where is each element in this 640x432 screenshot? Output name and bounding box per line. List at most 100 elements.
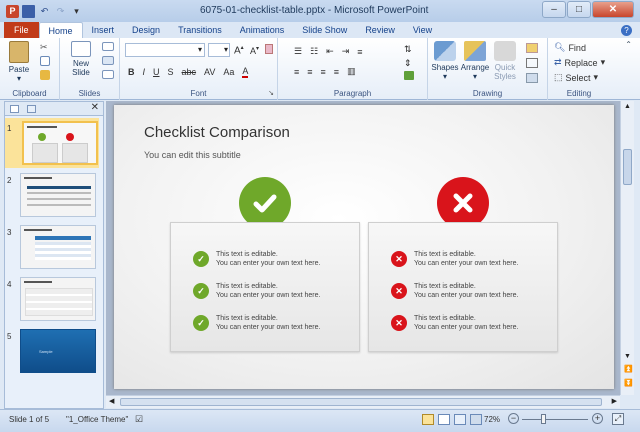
select-button[interactable]: ⬚ Select ▾ xyxy=(554,72,598,83)
undo-icon[interactable]: ↶ xyxy=(38,5,51,18)
theme-name[interactable]: "1_Office Theme" xyxy=(66,415,128,424)
slide-thumbnail-4[interactable] xyxy=(20,277,96,321)
shadow-button[interactable]: S xyxy=(168,67,174,77)
line-spacing-icon[interactable]: ≡ xyxy=(357,47,362,57)
shape-fill-icon[interactable] xyxy=(526,43,538,53)
slide-show-icon[interactable] xyxy=(470,414,482,425)
previous-slide-icon[interactable]: ⏫ xyxy=(624,365,633,373)
align-left-icon[interactable]: ≡ xyxy=(294,67,299,77)
align-text-icon[interactable]: ⇕ xyxy=(404,58,412,69)
help-icon[interactable]: ? xyxy=(621,25,632,36)
scroll-down-icon[interactable]: ▼ xyxy=(624,353,631,360)
slide-thumbnail-2[interactable] xyxy=(20,173,96,217)
grow-font-icon[interactable]: A▴ xyxy=(234,44,244,56)
font-name-select[interactable]: ▾ xyxy=(125,43,205,57)
spacing-button[interactable]: AV xyxy=(204,67,215,77)
list-item[interactable]: ✕ This text is editable. You can enter yo… xyxy=(391,314,518,332)
redo-icon[interactable]: ↷ xyxy=(54,5,67,18)
customize-icon[interactable]: ▾ xyxy=(70,5,83,18)
maximize-button[interactable]: □ xyxy=(567,1,591,18)
powerpoint-icon[interactable]: P xyxy=(6,4,19,18)
scroll-up-icon[interactable]: ▲ xyxy=(624,103,631,110)
clear-format-icon[interactable] xyxy=(265,44,273,54)
copy-icon[interactable] xyxy=(40,56,50,66)
justify-icon[interactable]: ≡ xyxy=(334,67,339,77)
italic-button[interactable]: I xyxy=(143,67,146,77)
tab-transitions[interactable]: Transitions xyxy=(169,22,231,38)
zoom-slider-handle[interactable] xyxy=(541,414,546,424)
new-slide-button[interactable]: New Slide xyxy=(66,41,96,77)
replace-button[interactable]: ⇄ Replace ▾ xyxy=(554,57,605,68)
scroll-right-icon[interactable]: ▶ xyxy=(612,397,617,405)
slide-thumbnail-3[interactable] xyxy=(20,225,96,269)
tab-slide-show[interactable]: Slide Show xyxy=(293,22,356,38)
normal-view-icon[interactable] xyxy=(422,414,434,425)
tab-review[interactable]: Review xyxy=(356,22,404,38)
slide-subtitle[interactable]: You can edit this subtitle xyxy=(144,150,241,160)
list-item[interactable]: ✓ This text is editable. You can enter yo… xyxy=(193,250,320,268)
shapes-button[interactable]: Shapes ▾ xyxy=(430,41,460,81)
slide-thumbnail-1[interactable] xyxy=(22,121,98,165)
strikethrough-button[interactable]: abc xyxy=(182,67,197,77)
increase-indent-icon[interactable]: ⇥ xyxy=(342,46,350,57)
paste-button[interactable]: Paste ▾ xyxy=(4,41,34,83)
slide-sorter-icon[interactable] xyxy=(438,414,450,425)
reset-icon[interactable] xyxy=(102,56,114,65)
zoom-in-icon[interactable]: + xyxy=(592,413,603,424)
vertical-scrollbar[interactable]: ▲ ▼ ⏫ ⏬ xyxy=(620,101,634,395)
list-item[interactable]: ✓ This text is editable. You can enter yo… xyxy=(193,314,320,332)
slide-title[interactable]: Checklist Comparison xyxy=(144,124,290,141)
change-case-button[interactable]: Aa xyxy=(223,67,234,77)
arrange-button[interactable]: Arrange ▾ xyxy=(460,41,490,81)
hscroll-thumb[interactable] xyxy=(120,398,602,406)
tab-animations[interactable]: Animations xyxy=(231,22,294,38)
slide-thumbnail-5[interactable]: Sample xyxy=(20,329,96,373)
bullets-icon[interactable]: ☰ xyxy=(294,46,302,57)
fit-to-window-icon[interactable]: ⤢ xyxy=(612,413,624,425)
tab-home[interactable]: Home xyxy=(38,22,83,38)
minimize-button[interactable]: – xyxy=(542,1,566,18)
outline-tab-icon[interactable] xyxy=(27,105,36,113)
scroll-thumb[interactable] xyxy=(623,149,632,185)
section-icon[interactable] xyxy=(102,70,114,79)
tab-insert[interactable]: Insert xyxy=(83,22,124,38)
numbering-icon[interactable]: ☷ xyxy=(310,46,318,57)
format-painter-icon[interactable] xyxy=(40,70,50,80)
quick-styles-button[interactable]: Quick Styles xyxy=(490,41,520,81)
columns-icon[interactable]: ▥ xyxy=(347,66,356,77)
zoom-level[interactable]: 72% xyxy=(484,415,500,424)
cut-icon[interactable]: ✂ xyxy=(40,42,50,52)
shape-effects-icon[interactable] xyxy=(526,73,538,83)
align-center-icon[interactable]: ≡ xyxy=(307,67,312,77)
decrease-indent-icon[interactable]: ⇤ xyxy=(326,46,334,57)
font-size-select[interactable]: ▾ xyxy=(208,43,230,57)
close-button[interactable]: ✕ xyxy=(592,1,634,18)
horizontal-scrollbar[interactable]: ◀ ▶ xyxy=(106,395,620,408)
align-right-icon[interactable]: ≡ xyxy=(321,67,326,77)
underline-button[interactable]: U xyxy=(153,67,160,77)
list-item[interactable]: ✕ This text is editable. You can enter yo… xyxy=(391,250,518,268)
shape-outline-icon[interactable] xyxy=(526,58,538,68)
tab-design[interactable]: Design xyxy=(123,22,169,38)
bold-button[interactable]: B xyxy=(128,67,135,77)
slides-tab-icon[interactable] xyxy=(10,105,19,113)
zoom-out-icon[interactable]: − xyxy=(508,413,519,424)
list-item[interactable]: ✓ This text is editable. You can enter yo… xyxy=(193,282,320,300)
font-color-button[interactable]: A xyxy=(242,66,249,78)
close-pane-icon[interactable]: ✕ xyxy=(91,102,99,113)
next-slide-icon[interactable]: ⏬ xyxy=(624,379,633,387)
text-direction-icon[interactable]: ⇅ xyxy=(404,44,412,55)
reading-view-icon[interactable] xyxy=(454,414,466,425)
slide-canvas[interactable]: Checklist Comparison You can edit this s… xyxy=(114,105,614,389)
scroll-left-icon[interactable]: ◀ xyxy=(109,397,114,405)
tab-view[interactable]: View xyxy=(404,22,441,38)
list-item[interactable]: ✕ This text is editable. You can enter yo… xyxy=(391,282,518,300)
save-icon[interactable] xyxy=(22,4,35,18)
zoom-slider[interactable] xyxy=(522,419,588,420)
shrink-font-icon[interactable]: A▾ xyxy=(250,45,259,56)
layout-icon[interactable] xyxy=(102,42,114,51)
find-button[interactable]: 🔍︎ Find xyxy=(554,42,586,53)
spell-check-icon[interactable]: ☑ xyxy=(135,414,143,425)
collapse-ribbon-icon[interactable]: ⌃ xyxy=(625,40,632,49)
smartart-icon[interactable] xyxy=(404,71,414,80)
